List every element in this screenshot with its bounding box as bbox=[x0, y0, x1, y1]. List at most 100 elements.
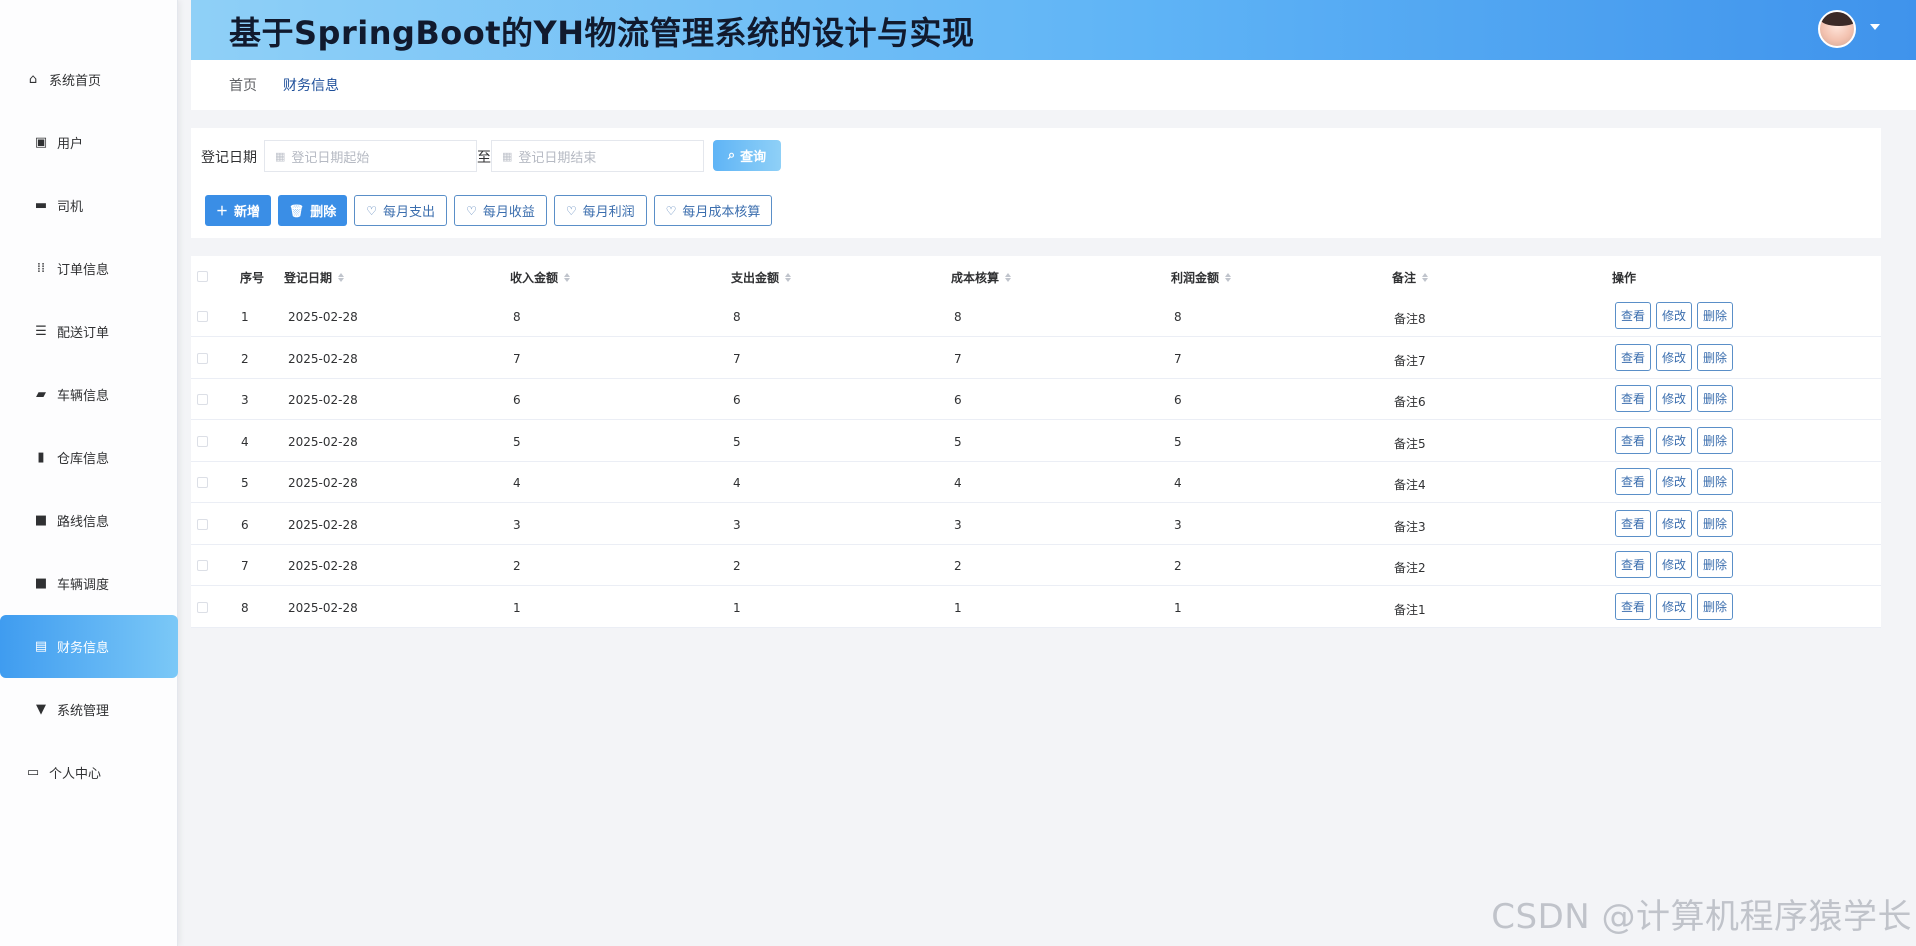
sidebar-item-4[interactable]: ☰ 配送订单 bbox=[0, 300, 178, 363]
sidebar-item-label: 系统首页 bbox=[49, 74, 102, 89]
table-row: 6 2025-02-28 3 3 3 3 备注3 查看 修改 删除 bbox=[191, 504, 1881, 545]
header-expense[interactable]: 支出金额 bbox=[731, 269, 792, 286]
app-title: 基于SpringBoot的YH物流管理系统的设计与实现 bbox=[229, 14, 975, 52]
select-all-checkbox[interactable] bbox=[197, 271, 208, 282]
row-delete-button[interactable]: 删除 bbox=[1697, 592, 1733, 620]
header-profit[interactable]: 利润金额 bbox=[1171, 269, 1232, 286]
sidebar-item-label: 订单信息 bbox=[57, 263, 110, 278]
row-checkbox[interactable] bbox=[197, 352, 208, 364]
view-button[interactable]: 查看 bbox=[1615, 302, 1651, 329]
sidebar-item-3[interactable]: ⁞⁞ 订单信息 bbox=[0, 237, 178, 300]
sidebar-item-8[interactable]: ■ 车辆调度 bbox=[0, 552, 178, 615]
row-checkbox[interactable] bbox=[197, 435, 208, 447]
trash-icon: 🗑 bbox=[289, 203, 305, 218]
monthly-income-label: 每月收益 bbox=[482, 205, 535, 220]
end-date-input[interactable]: ▦ 登记日期结束 bbox=[491, 140, 704, 172]
cell-cost: 2 bbox=[954, 559, 962, 573]
cell-remark: 备注7 bbox=[1394, 353, 1426, 368]
row-checkbox[interactable] bbox=[197, 601, 208, 613]
cell-cost: 6 bbox=[954, 393, 962, 407]
sort-icon[interactable] bbox=[564, 273, 571, 282]
sidebar: ⌂ 系统首页 ▣ 用户 ▬ 司机 ⁞⁞ 订单信息 ☰ 配送订单 ▰ 车辆信息 ▮ 仓库信息 ■ 路线信息 ■ 车辆… bbox=[0, 0, 178, 946]
sidebar-item-6[interactable]: ▮ 仓库信息 bbox=[0, 426, 178, 489]
query-button[interactable]: ⌕ 查询 bbox=[713, 140, 781, 171]
row-checkbox[interactable] bbox=[197, 394, 208, 405]
cell-expense: 2 bbox=[733, 559, 741, 573]
user-avatar[interactable] bbox=[1818, 10, 1856, 48]
avatar-dropdown-icon[interactable] bbox=[1870, 24, 1880, 30]
edit-button[interactable]: 修改 bbox=[1656, 302, 1692, 329]
breadcrumb-home[interactable]: 首页 bbox=[229, 75, 257, 95]
sidebar-item-1[interactable]: ▣ 用户 bbox=[0, 111, 178, 174]
calendar-icon: ▦ bbox=[275, 149, 286, 163]
view-button[interactable]: 查看 bbox=[1615, 385, 1651, 412]
header-remark[interactable]: 备注 bbox=[1392, 269, 1429, 286]
monthly-cost-button[interactable]: ♡ 每月成本核算 bbox=[653, 195, 773, 226]
delete-button[interactable]: 🗑 删除 bbox=[278, 195, 348, 226]
row-delete-button[interactable]: 删除 bbox=[1697, 385, 1733, 412]
view-button[interactable]: 查看 bbox=[1615, 509, 1651, 537]
cell-index: 1 bbox=[241, 310, 249, 324]
cell-index: 5 bbox=[241, 476, 249, 490]
monitor-icon: ▬ bbox=[34, 198, 48, 213]
row-delete-button[interactable]: 删除 bbox=[1697, 426, 1733, 454]
sort-icon[interactable] bbox=[1422, 273, 1429, 282]
cell-profit: 6 bbox=[1174, 393, 1182, 407]
sidebar-item-10[interactable]: ▼ 系统管理 bbox=[0, 678, 178, 741]
edit-button[interactable]: 修改 bbox=[1656, 343, 1692, 371]
cell-date: 2025-02-28 bbox=[288, 476, 358, 490]
header-income[interactable]: 收入金额 bbox=[510, 269, 571, 286]
edit-button[interactable]: 修改 bbox=[1656, 468, 1692, 495]
end-date-placeholder: 登记日期结束 bbox=[518, 150, 597, 166]
cell-expense: 4 bbox=[733, 476, 741, 490]
row-delete-button[interactable]: 删除 bbox=[1697, 302, 1733, 329]
sort-icon[interactable] bbox=[785, 273, 792, 282]
edit-button[interactable]: 修改 bbox=[1656, 509, 1692, 537]
table-row: 4 2025-02-28 5 5 5 5 备注5 查看 修改 删除 bbox=[191, 421, 1881, 462]
wallet-icon: ▭ bbox=[26, 765, 40, 780]
edit-button[interactable]: 修改 bbox=[1656, 592, 1692, 620]
row-actions: 查看 修改 删除 bbox=[1615, 302, 1738, 329]
view-button[interactable]: 查看 bbox=[1615, 343, 1651, 371]
view-button[interactable]: 查看 bbox=[1615, 592, 1651, 620]
cell-remark: 备注1 bbox=[1394, 602, 1426, 617]
header-date[interactable]: 登记日期 bbox=[284, 269, 345, 286]
header-cost[interactable]: 成本核算 bbox=[951, 269, 1012, 286]
monthly-expense-button[interactable]: ♡ 每月支出 bbox=[354, 195, 448, 226]
row-checkbox[interactable] bbox=[197, 560, 208, 571]
pin-icon: ▼ bbox=[36, 702, 46, 717]
add-button[interactable]: ＋ 新增 bbox=[205, 195, 272, 226]
edit-button[interactable]: 修改 bbox=[1656, 385, 1692, 412]
row-delete-button[interactable]: 删除 bbox=[1697, 551, 1733, 578]
sort-icon[interactable] bbox=[1005, 273, 1012, 282]
row-delete-button[interactable]: 删除 bbox=[1697, 343, 1733, 371]
monthly-income-button[interactable]: ♡ 每月收益 bbox=[454, 195, 547, 226]
sidebar-item-11[interactable]: ▭ 个人中心 bbox=[0, 741, 178, 804]
sort-icon[interactable] bbox=[1225, 273, 1232, 282]
heart-icon: ♡ bbox=[565, 203, 577, 218]
edit-button[interactable]: 修改 bbox=[1656, 551, 1692, 578]
row-checkbox[interactable] bbox=[197, 518, 208, 530]
sidebar-item-7[interactable]: ■ 路线信息 bbox=[0, 489, 178, 552]
sort-icon[interactable] bbox=[338, 273, 345, 282]
row-checkbox[interactable] bbox=[197, 311, 208, 322]
view-button[interactable]: 查看 bbox=[1615, 551, 1651, 578]
cell-profit: 8 bbox=[1174, 310, 1182, 324]
sidebar-item-9[interactable]: ▤ 财务信息 bbox=[0, 615, 178, 678]
edit-button[interactable]: 修改 bbox=[1656, 426, 1692, 454]
view-button[interactable]: 查看 bbox=[1615, 468, 1651, 495]
row-delete-button[interactable]: 删除 bbox=[1697, 468, 1733, 495]
search-date-label: 登记日期 bbox=[201, 150, 257, 166]
row-delete-button[interactable]: 删除 bbox=[1697, 509, 1733, 537]
view-button[interactable]: 查看 bbox=[1615, 426, 1651, 454]
sidebar-item-5[interactable]: ▰ 车辆信息 bbox=[0, 363, 178, 426]
sidebar-item-2[interactable]: ▬ 司机 bbox=[0, 174, 178, 237]
sidebar-item-0[interactable]: ⌂ 系统首页 bbox=[0, 48, 178, 111]
cell-income: 1 bbox=[513, 600, 521, 615]
cell-income: 8 bbox=[513, 310, 521, 324]
monthly-profit-button[interactable]: ♡ 每月利润 bbox=[553, 195, 647, 226]
start-date-input[interactable]: ▦ 登记日期起始 bbox=[264, 140, 477, 172]
cell-cost: 8 bbox=[954, 310, 962, 324]
cell-remark: 备注5 bbox=[1394, 436, 1426, 451]
row-checkbox[interactable] bbox=[197, 477, 208, 488]
